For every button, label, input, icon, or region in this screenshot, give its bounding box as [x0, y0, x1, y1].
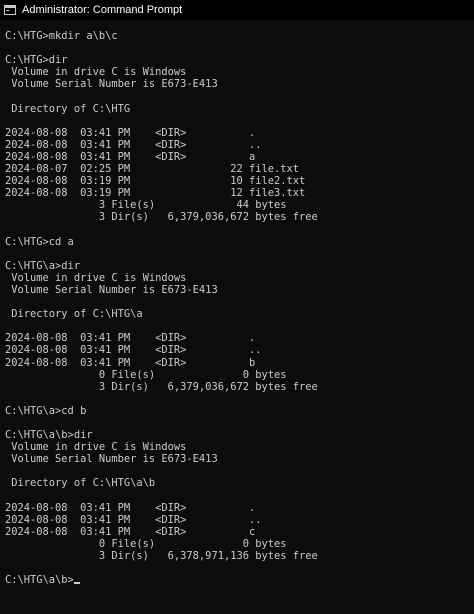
console-line: Directory of C:\HTG — [5, 102, 131, 115]
console-line: C:\HTG\a>dir — [5, 259, 81, 272]
console-line: Volume in drive C is Windows — [5, 441, 187, 454]
command-prompt-icon — [4, 5, 16, 15]
console-line: Volume in drive C is Windows — [5, 271, 187, 284]
console-line: C:\HTG\a\b> — [5, 574, 471, 586]
title-bar[interactable]: Administrator: Command Prompt — [0, 0, 474, 20]
console-line: 2024-08-08 03:41 PM <DIR> .. — [5, 513, 262, 526]
console-line: 2024-08-08 03:41 PM <DIR> . — [5, 332, 256, 345]
console-line: 2024-08-08 03:19 PM 10 file2.txt — [5, 175, 306, 188]
console-line: 3 Dir(s) 6,379,036,672 bytes free — [5, 380, 318, 393]
console-line: C:\HTG\a\b>dir — [5, 429, 93, 442]
console-line: 2024-08-08 03:41 PM <DIR> . — [5, 126, 256, 139]
console-line: 3 File(s) 44 bytes — [5, 199, 287, 212]
console-line: C:\HTG\a>cd b — [5, 404, 87, 417]
console-line: 0 File(s) 0 bytes — [5, 537, 287, 550]
console-line: Volume Serial Number is E673-E413 — [5, 453, 218, 466]
text-cursor — [73, 582, 80, 585]
console-line: 2024-08-08 03:41 PM <DIR> a — [5, 150, 256, 163]
console-line: Volume Serial Number is E673-E413 — [5, 283, 218, 296]
console-line: C:\HTG>mkdir a\b\c — [5, 30, 118, 42]
console-line: 2024-08-08 03:41 PM <DIR> b — [5, 356, 256, 369]
console-line: 2024-08-07 02:25 PM 22 file.txt — [5, 163, 300, 176]
console-line: 2024-08-08 03:41 PM <DIR> c — [5, 525, 256, 538]
console-line: C:\HTG>dir — [5, 54, 68, 67]
console-line: 3 Dir(s) 6,378,971,136 bytes free — [5, 550, 318, 563]
console-line: 2024-08-08 03:19 PM 12 file3.txt — [5, 187, 306, 200]
console-line: 3 Dir(s) 6,379,036,672 bytes free — [5, 211, 318, 224]
window-title: Administrator: Command Prompt — [22, 4, 183, 16]
console-line: 2024-08-08 03:41 PM <DIR> .. — [5, 138, 262, 151]
console-line: 2024-08-08 03:41 PM <DIR> . — [5, 501, 256, 514]
console-line: Directory of C:\HTG\a\b — [5, 477, 156, 490]
console-line: 2024-08-08 03:41 PM <DIR> .. — [5, 344, 262, 357]
console-line: Directory of C:\HTG\a — [5, 308, 143, 321]
console-line: 0 File(s) 0 bytes — [5, 368, 287, 381]
console-line: C:\HTG>cd a — [5, 235, 74, 248]
console-line: Volume Serial Number is E673-E413 — [5, 78, 218, 91]
command-prompt-window: Administrator: Command Prompt C:\HTG>mkd… — [0, 0, 474, 614]
console-output[interactable]: C:\HTG>mkdir a\b\c C:\HTG>dir Volume in d… — [5, 30, 471, 612]
console-line: Volume in drive C is Windows — [5, 66, 187, 79]
